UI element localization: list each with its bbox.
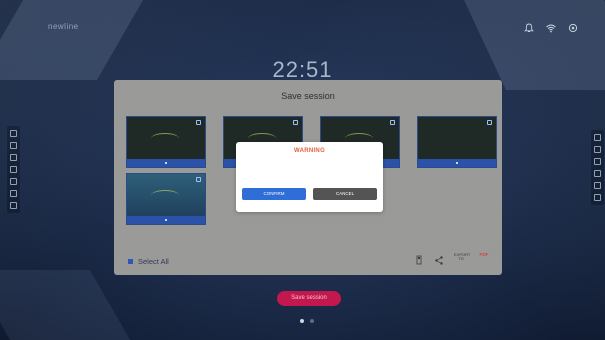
select-all-toggle[interactable]: Select All bbox=[128, 257, 169, 266]
page-dot[interactable] bbox=[310, 319, 314, 323]
toolbar-tool-icon[interactable] bbox=[594, 134, 601, 141]
top-status-icons bbox=[523, 21, 579, 33]
thumbnail-drawing bbox=[151, 190, 179, 201]
toolbar-tool-icon[interactable] bbox=[10, 178, 17, 185]
panel-title: Save session bbox=[281, 91, 335, 101]
thumbnail-footer bbox=[127, 159, 205, 167]
background-facet bbox=[0, 270, 131, 340]
usb-icon[interactable] bbox=[414, 253, 424, 265]
thumbnail-footer bbox=[127, 216, 205, 224]
page-thumbnail[interactable] bbox=[417, 116, 497, 168]
toolbar-tool-icon[interactable] bbox=[10, 142, 17, 149]
toolbar-tool-icon[interactable] bbox=[10, 202, 17, 209]
pdf-export-button[interactable]: PDF bbox=[478, 252, 490, 264]
toolbar-tool-icon[interactable] bbox=[594, 182, 601, 189]
page-thumbnail[interactable] bbox=[126, 116, 206, 168]
save-session-button[interactable]: Save session bbox=[277, 291, 341, 306]
checkbox-icon[interactable] bbox=[196, 120, 201, 125]
bell-icon[interactable] bbox=[523, 21, 535, 33]
checkbox-icon[interactable] bbox=[196, 177, 201, 182]
confirm-button[interactable]: CONFIRM bbox=[242, 188, 306, 200]
page-indicator bbox=[300, 319, 314, 323]
left-side-toolbar bbox=[7, 126, 20, 213]
page-dot-active[interactable] bbox=[300, 319, 304, 323]
cancel-button[interactable]: CANCEL bbox=[313, 188, 377, 200]
checkbox-icon[interactable] bbox=[487, 120, 492, 125]
checkbox-icon[interactable] bbox=[293, 120, 298, 125]
select-all-label: Select All bbox=[138, 257, 169, 266]
warning-dialog: WARNING CONFIRM CANCEL bbox=[236, 142, 383, 212]
checkbox-icon[interactable] bbox=[390, 120, 395, 125]
toolbar-tool-icon[interactable] bbox=[594, 146, 601, 153]
thumbnail-footer bbox=[418, 159, 496, 167]
toolbar-tool-icon[interactable] bbox=[594, 170, 601, 177]
share-icon[interactable] bbox=[434, 253, 444, 265]
toolbar-tool-icon[interactable] bbox=[10, 166, 17, 173]
export-to-button[interactable]: EXPORT TO bbox=[454, 252, 470, 264]
toolbar-tool-icon[interactable] bbox=[10, 130, 17, 137]
toolbar-tool-icon[interactable] bbox=[594, 158, 601, 165]
brand-logo: newline bbox=[48, 22, 79, 31]
select-all-checkbox[interactable] bbox=[128, 259, 133, 264]
export-actions: EXPORT TO PDF bbox=[414, 252, 490, 265]
toolbar-tool-icon[interactable] bbox=[10, 154, 17, 161]
toolbar-tool-icon[interactable] bbox=[594, 194, 601, 201]
settings-icon[interactable] bbox=[567, 21, 579, 33]
thumbnail-drawing bbox=[151, 133, 179, 144]
right-side-toolbar bbox=[591, 130, 604, 205]
toolbar-tool-icon[interactable] bbox=[10, 190, 17, 197]
page-thumbnail[interactable] bbox=[126, 173, 206, 225]
dialog-title: WARNING bbox=[293, 148, 326, 154]
wifi-icon[interactable] bbox=[545, 21, 557, 33]
